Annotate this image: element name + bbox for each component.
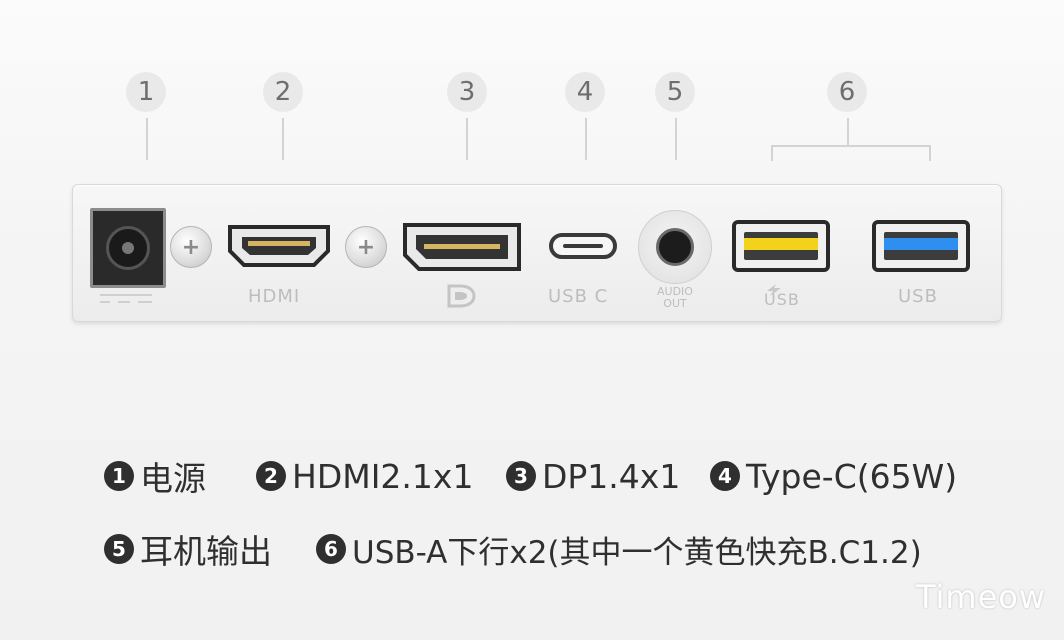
- usb-c-tongue: [563, 244, 603, 248]
- leader-line-4: [585, 118, 587, 160]
- callout-4: 4: [565, 72, 605, 112]
- dc-jack-pin: [122, 242, 134, 254]
- leader-bracket-right: [929, 145, 931, 161]
- usb-fast-label: USB: [764, 290, 800, 309]
- leader-line-6: [847, 118, 849, 146]
- screw-icon: +: [345, 226, 387, 268]
- audio-out-jack: [638, 210, 712, 284]
- leader-bracket-left: [771, 145, 773, 161]
- displayport-port: [403, 223, 521, 271]
- audio-out-label: AUDIO OUT: [650, 286, 700, 310]
- legend-badge: 2: [256, 461, 286, 491]
- usb-c-label: USB C: [548, 286, 609, 307]
- callout-3: 3: [447, 72, 487, 112]
- legend-text: Type-C(65W): [746, 456, 958, 496]
- legend-badge: 3: [506, 461, 536, 491]
- usb-c-port: [549, 233, 617, 259]
- leader-bracket-6: [771, 145, 931, 147]
- legend-text: 电源: [140, 459, 206, 498]
- legend-text: DP1.4x1: [542, 456, 681, 496]
- legend-text: USB-A下行x2(其中一个黄色快充B.C1.2): [352, 534, 922, 571]
- audio-jack-hole: [656, 228, 694, 266]
- callout-5: 5: [655, 72, 695, 112]
- legend-item-3: 3 DP1.4x1: [506, 457, 710, 496]
- leader-line-5: [675, 118, 677, 160]
- displayport-logo-icon: [447, 284, 476, 308]
- audio-label-line2: OUT: [663, 297, 687, 310]
- usb-label: USB: [898, 286, 938, 307]
- legend-badge: 5: [104, 534, 134, 564]
- legend-text: HDMI2.1x1: [292, 456, 474, 496]
- usb-a-fast-charge-port: [732, 220, 830, 272]
- legend-row-1: 1 电源 2 HDMI2.1x1 3 DP1.4x1 4 Type-C(65W): [104, 452, 957, 500]
- leader-line-2: [282, 118, 284, 160]
- leader-line-3: [466, 118, 468, 160]
- callout-6: 6: [827, 72, 867, 112]
- dc-polarity-icon: [100, 294, 152, 303]
- leader-line-1: [146, 118, 148, 160]
- legend-row-2: 5 耳机输出 6 USB-A下行x2(其中一个黄色快充B.C1.2): [104, 525, 922, 573]
- port-panel: [72, 184, 1002, 322]
- legend-badge: 4: [710, 461, 740, 491]
- screw-icon: +: [170, 226, 212, 268]
- hdmi-label: HDMI: [248, 286, 301, 307]
- usb-a-port: [872, 220, 970, 272]
- legend-item-6: 6 USB-A下行x2(其中一个黄色快充B.C1.2): [316, 527, 922, 572]
- usb-a-yellow-tongue: [744, 238, 818, 250]
- watermark: Timeow: [915, 578, 1046, 616]
- legend-text: 耳机输出: [140, 532, 272, 571]
- legend-item-1: 1 电源: [104, 452, 256, 500]
- legend-badge: 1: [104, 461, 134, 491]
- legend-item-4: 4 Type-C(65W): [710, 457, 957, 496]
- legend-item-5: 5 耳机输出: [104, 525, 316, 573]
- hdmi-port: [228, 225, 330, 267]
- legend-item-2: 2 HDMI2.1x1: [256, 457, 506, 496]
- usb-a-blue-tongue: [884, 238, 958, 250]
- legend-badge: 6: [316, 534, 346, 564]
- callout-2: 2: [263, 72, 303, 112]
- callout-1: 1: [126, 72, 166, 112]
- dc-power-jack: [90, 208, 166, 288]
